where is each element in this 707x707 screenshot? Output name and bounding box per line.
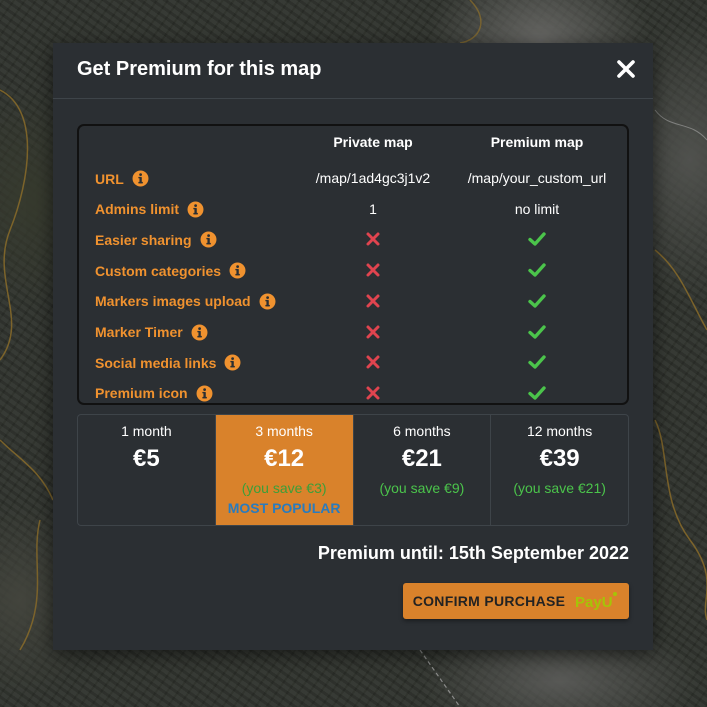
feature-value-private: /map/1ad4gc3j1v2 [315, 170, 431, 186]
feature-value-premium [455, 292, 619, 313]
plan-price: €21 [401, 445, 442, 472]
plan-option[interactable]: 1 month €5 [78, 415, 216, 525]
plan-duration: 1 month [121, 423, 172, 439]
feature-row: URL/map/1ad4gc3j1v2/map/your_custom_url [79, 163, 627, 193]
column-header-premium: Premium map [490, 134, 584, 150]
cross-icon [364, 230, 382, 248]
info-icon[interactable] [191, 324, 208, 341]
info-icon[interactable] [229, 262, 246, 279]
premium-modal: Get Premium for this map Private map Pre… [53, 43, 653, 650]
info-icon[interactable] [224, 354, 241, 371]
plan-duration: 3 months [255, 423, 313, 439]
check-icon [528, 292, 546, 310]
plan-option[interactable]: 12 months €39 (you save €21) [491, 415, 628, 525]
modal-title: Get Premium for this map [77, 58, 322, 80]
payu-logo-graphic: PayU [575, 592, 618, 611]
feature-label-text: Social media links [95, 354, 217, 371]
feature-value-premium [455, 323, 619, 344]
info-icon[interactable] [196, 385, 213, 402]
feature-label: Custom categories [95, 262, 246, 279]
info-icon[interactable] [259, 293, 276, 310]
cross-icon [364, 384, 382, 402]
premium-until-text: Premium until: 15th September 2022 [317, 543, 629, 563]
check-icon [528, 384, 546, 402]
feature-label-text: Markers images upload [95, 293, 251, 310]
info-icon[interactable] [187, 201, 204, 218]
feature-row: Premium icon [79, 378, 627, 408]
feature-value-private [293, 292, 453, 313]
feature-label: Admins limit [95, 201, 204, 218]
feature-value-premium: /map/your_custom_url [467, 170, 607, 186]
feature-value-private [293, 323, 453, 344]
plan-duration: 12 months [526, 423, 593, 439]
feature-value-premium: no limit [514, 200, 560, 217]
info-icon[interactable] [200, 231, 217, 248]
cross-icon [364, 292, 382, 310]
check-icon [528, 323, 546, 341]
check-icon [528, 230, 546, 248]
feature-comparison-table: Private map Premium map URL/map/1ad4gc3j… [77, 124, 629, 405]
plan-savings: (you save €3) [241, 480, 327, 496]
feature-value-premium [455, 230, 619, 251]
confirm-purchase-button[interactable]: CONFIRM PURCHASE PayU [403, 583, 629, 619]
feature-row: Admins limit 1 no limit [79, 194, 627, 224]
close-button[interactable] [615, 57, 637, 81]
feature-label: Premium icon [95, 385, 213, 402]
cross-icon [364, 323, 382, 341]
feature-label-text: URL [95, 170, 124, 187]
close-icon [617, 60, 635, 78]
feature-label-text: Admins limit [95, 201, 180, 218]
feature-value-private [293, 353, 453, 374]
plan-selector: 1 month €5 3 months €12 (you save €3) MOST PO… [77, 414, 629, 526]
plan-price: €39 [539, 445, 580, 472]
feature-label-text: Custom categories [95, 262, 222, 279]
feature-value-private [293, 384, 453, 405]
feature-label: Easier sharing [95, 231, 217, 248]
payu-logo: PayU [575, 590, 619, 612]
plan-duration: 6 months [393, 423, 451, 439]
feature-row: Marker Timer [79, 317, 627, 347]
feature-label-text: Premium icon [95, 385, 188, 402]
feature-value-private: 1 [369, 200, 377, 217]
check-icon [528, 261, 546, 279]
most-popular-badge: MOST POPULAR [227, 500, 341, 516]
feature-row: Social media links [79, 347, 627, 377]
feature-label: Marker Timer [95, 324, 208, 341]
modal-header: Get Premium for this map [53, 43, 653, 99]
confirm-purchase-label: CONFIRM PURCHASE [412, 593, 566, 609]
feature-row: Easier sharing [79, 224, 627, 254]
feature-value-premium [455, 353, 619, 374]
feature-label-text: Easier sharing [95, 231, 192, 248]
feature-label-text: Marker Timer [95, 324, 183, 340]
info-icon[interactable] [132, 170, 149, 187]
plan-price: €5 [133, 445, 160, 472]
feature-value-premium [455, 261, 619, 282]
plan-savings: (you save €9) [379, 480, 465, 496]
feature-label: Markers images upload [95, 293, 276, 310]
feature-value-premium [455, 384, 619, 405]
feature-row: Custom categories [79, 255, 627, 285]
feature-label: Social media links [95, 354, 241, 371]
plan-price: €12 [264, 445, 305, 472]
cross-icon [364, 353, 382, 371]
check-icon [528, 353, 546, 371]
feature-row: Markers images upload [79, 286, 627, 316]
plan-option[interactable]: 6 months €21 (you save €9) [354, 415, 492, 525]
plan-savings: (you save €21) [513, 480, 606, 496]
feature-label: URL [95, 170, 149, 187]
svg-text:PayU: PayU [575, 594, 613, 611]
feature-value-private [293, 230, 453, 251]
feature-value-private [293, 261, 453, 282]
plan-option[interactable]: 3 months €12 (you save €3) MOST POPULAR [215, 415, 354, 525]
column-header-private: Private map [333, 134, 413, 150]
cross-icon [364, 261, 382, 279]
